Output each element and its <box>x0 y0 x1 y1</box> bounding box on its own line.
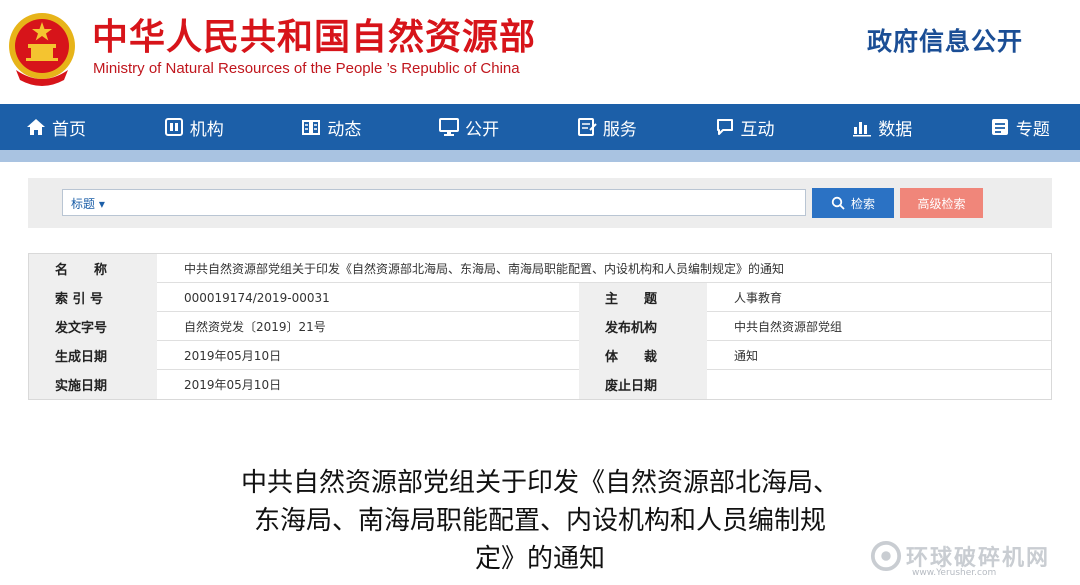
site-title-cn: 中华人民共和国自然资源部 <box>92 17 537 58</box>
search-icon <box>831 196 845 210</box>
document-title-line: 定》的通知 <box>474 544 605 574</box>
topic-icon <box>991 119 1008 135</box>
index-label: 索 引 号 <box>29 283 157 312</box>
search-input[interactable]: 标题 ▾ <box>62 189 806 216</box>
document-info-table: 名 称 中共自然资源部党组关于印发《自然资源部北海局、东海局、南海局职能配置、内… <box>28 253 1052 400</box>
nav-item-label: 数据 <box>878 119 913 140</box>
nav-item-label: 服务 <box>602 119 637 140</box>
nav-item-topic[interactable]: 专题 <box>990 104 1050 150</box>
doc-number-value: 自然资党发〔2019〕21号 <box>184 320 326 334</box>
document-title-line: 中共自然资源部党组关于印发《自然资源部北海局、 <box>240 468 839 498</box>
search-field-select[interactable]: 标题 ▾ <box>71 195 105 212</box>
news-icon <box>302 120 321 135</box>
service-icon <box>577 118 597 136</box>
organization-icon <box>164 118 183 136</box>
nav-item-label: 机构 <box>189 119 224 140</box>
table-row: 生成日期 2019年05月10日 体 裁 通知 <box>29 341 1051 370</box>
national-emblem-icon <box>9 13 75 86</box>
document-title-line: 东海局、南海局职能配置、内设机构和人员编制规 <box>253 506 826 536</box>
main-nav: 首页 机构 动态 公开 服务 互动 数据 专题 <box>0 104 1080 150</box>
nav-item-service[interactable]: 服务 <box>577 104 637 150</box>
watermark-logo-icon <box>870 540 902 572</box>
table-row: 发文字号 自然资党发〔2019〕21号 发布机构 中共自然资源部党组 <box>29 312 1051 341</box>
search-button-label: 检索 <box>850 196 875 211</box>
nav-item-label: 专题 <box>1015 119 1050 140</box>
nav-item-home[interactable]: 首页 <box>26 104 86 150</box>
issuer-label: 发布机构 <box>579 312 707 341</box>
abolish-date-label: 废止日期 <box>579 370 707 399</box>
advanced-search-button[interactable]: 高级检索 <box>900 188 983 218</box>
name-value: 中共自然资源部党组关于印发《自然资源部北海局、东海局、南海局职能配置、内设机构和… <box>184 262 785 276</box>
search-button[interactable]: 检索 <box>812 188 894 218</box>
watermark: 环球破碎机网 www.Yerusher.com <box>870 538 1070 582</box>
nav-item-label: 互动 <box>740 119 775 140</box>
table-row: 实施日期 2019年05月10日 废止日期 <box>29 370 1051 399</box>
table-row: 名 称 中共自然资源部党组关于印发《自然资源部北海局、东海局、南海局职能配置、内… <box>29 254 1051 283</box>
bar-chart-icon <box>853 122 872 137</box>
document-title: 中共自然资源部党组关于印发《自然资源部北海局、 东海局、南海局职能配置、内设机构… <box>175 464 905 578</box>
index-value: 000019174/2019-00031 <box>184 290 330 305</box>
gov-info-open-title[interactable]: 政府信息公开 <box>867 22 1023 58</box>
chat-icon <box>716 119 733 135</box>
nav-item-open[interactable]: 公开 <box>439 104 499 150</box>
abolish-date-value <box>707 370 1051 399</box>
effective-date-label: 实施日期 <box>29 370 157 399</box>
nav-item-data[interactable]: 数据 <box>852 104 912 150</box>
genre-label: 体 裁 <box>579 341 707 370</box>
nav-item-label: 公开 <box>465 119 500 140</box>
created-date-label: 生成日期 <box>29 341 157 370</box>
nav-divider-strip <box>0 150 1080 162</box>
monitor-icon <box>439 118 460 136</box>
name-label: 名 称 <box>29 254 157 283</box>
table-row: 索 引 号 000019174/2019-00031 主 题 人事教育 <box>29 283 1051 312</box>
site-header: 中华人民共和国自然资源部 Ministry of Natural Resourc… <box>0 0 1080 104</box>
nav-item-label: 首页 <box>52 119 86 140</box>
nav-item-organization[interactable]: 机构 <box>164 104 224 150</box>
effective-date-value: 2019年05月10日 <box>184 378 282 392</box>
topic-label: 主 题 <box>579 283 707 312</box>
search-panel: 标题 ▾ 检索 高级检索 <box>28 178 1052 228</box>
nav-item-news[interactable]: 动态 <box>301 104 361 150</box>
topic-value: 人事教育 <box>734 291 783 305</box>
nav-item-label: 动态 <box>327 119 362 140</box>
genre-value: 通知 <box>734 349 759 363</box>
doc-number-label: 发文字号 <box>29 312 157 341</box>
site-title-en: Ministry of Natural Resources of the Peo… <box>93 60 520 77</box>
nav-item-interact[interactable]: 互动 <box>715 104 775 150</box>
watermark-url: www.Yerusher.com <box>912 568 997 578</box>
created-date-value: 2019年05月10日 <box>184 349 282 363</box>
home-icon <box>27 119 45 135</box>
issuer-value: 中共自然资源部党组 <box>734 320 843 334</box>
